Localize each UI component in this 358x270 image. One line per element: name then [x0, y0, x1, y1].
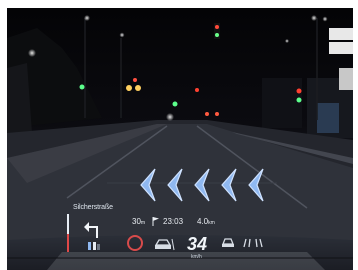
navigation-chevron-icon [221, 168, 237, 202]
distance-bar [67, 214, 69, 252]
street-name: Silcherstraße [73, 204, 113, 211]
navigation-chevron-icon [194, 168, 210, 202]
hud-camera-view: Silcherstraße 30m 23:03 4.0km 34 km/h [7, 8, 353, 270]
speed-unit: km/h [191, 254, 202, 260]
next-distance: 30m [132, 217, 145, 226]
car-assist-icon [154, 238, 175, 251]
steering-assist-icon [243, 238, 263, 248]
remaining-distance-value: 4.0 [197, 217, 209, 226]
next-distance-value: 30 [132, 217, 141, 226]
speed-limit-sign-icon [127, 235, 143, 251]
car-icon [222, 238, 234, 247]
eta-time: 23:03 [163, 217, 184, 226]
remaining-distance: 4.0km [197, 217, 215, 226]
navigation-chevron-icon [167, 168, 183, 202]
speed-value: 34 [187, 234, 208, 254]
turn-left-arrow-icon [84, 222, 98, 238]
night-street-background [7, 8, 353, 270]
flag-icon [152, 217, 159, 226]
remaining-distance-unit: km [208, 220, 215, 226]
navigation-chevron-icon [140, 168, 156, 202]
navigation-chevron-icon [248, 168, 264, 202]
navigation-chevrons [140, 168, 264, 202]
lane-guidance-icon [88, 242, 100, 250]
next-distance-unit: m [140, 220, 146, 226]
